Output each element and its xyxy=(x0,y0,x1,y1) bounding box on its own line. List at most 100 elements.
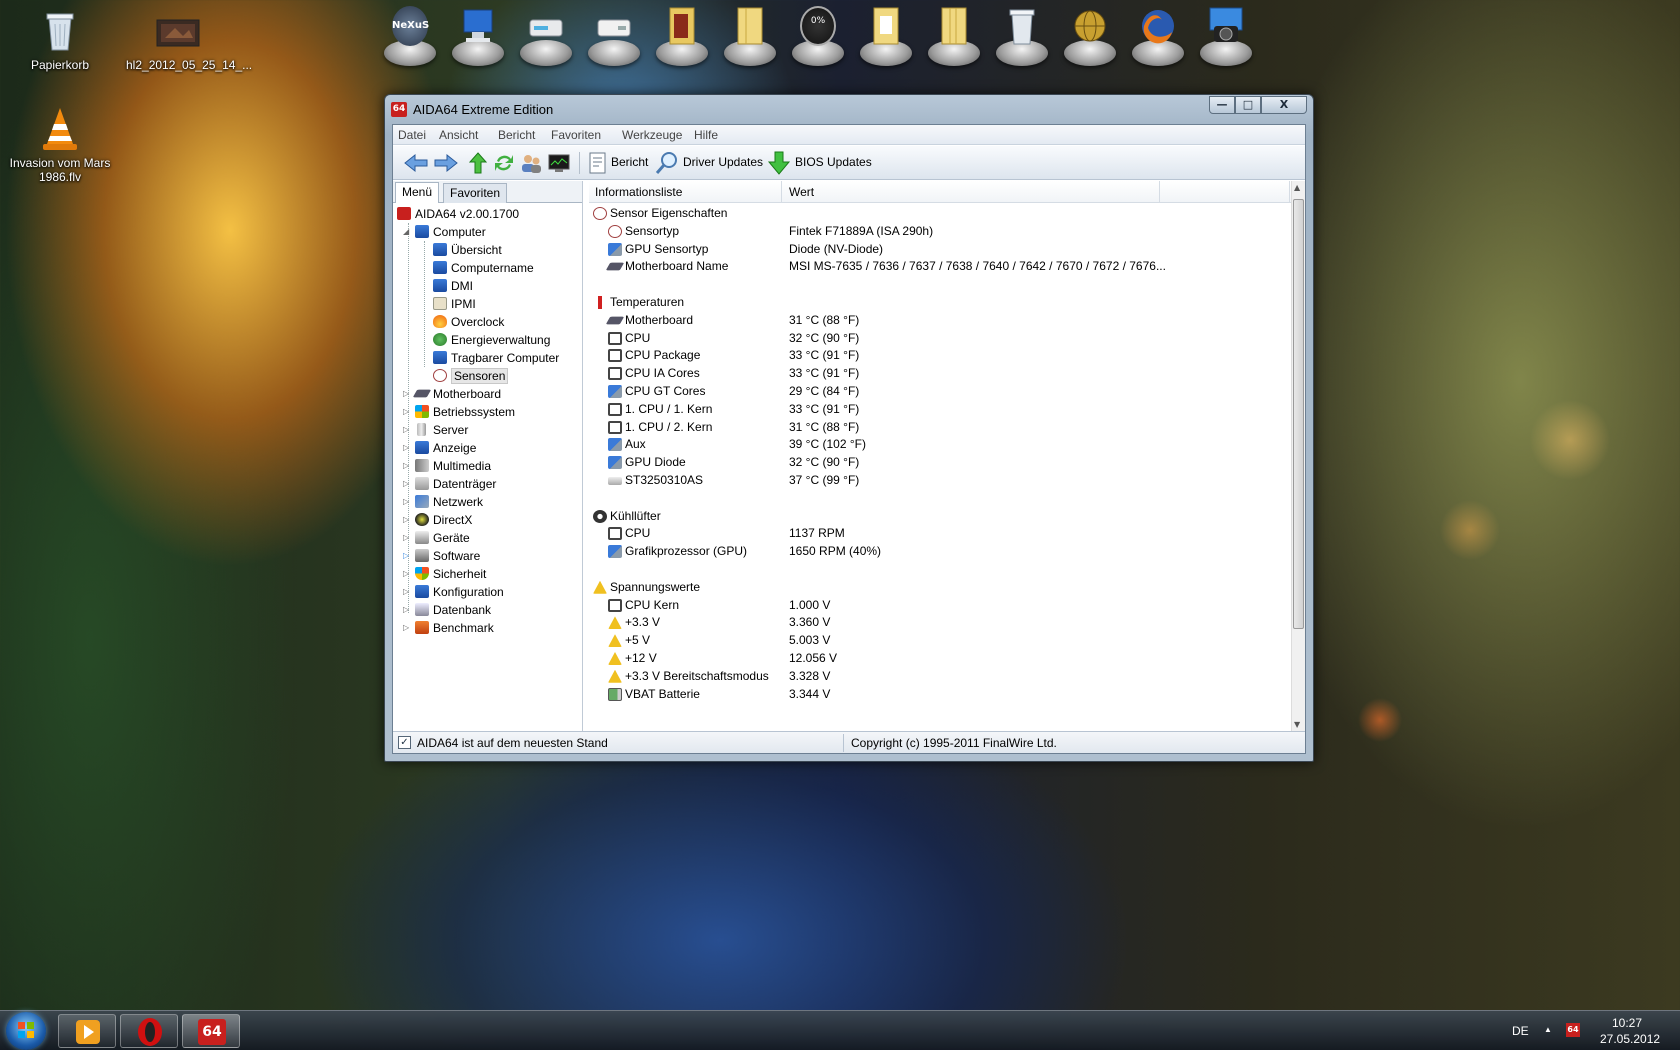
tray-expand-icon[interactable]: ▲ xyxy=(1544,1025,1552,1034)
scroll-up-arrow-icon[interactable]: ▲ xyxy=(1294,183,1300,192)
tree-item-ipmi[interactable]: IPMI xyxy=(433,295,476,313)
tree-item-geraete[interactable]: Geräte xyxy=(415,529,470,547)
users-button[interactable] xyxy=(519,151,543,175)
tray-aida64-icon[interactable]: 64 xyxy=(1566,1023,1580,1037)
list-row[interactable]: GPU Diode 32 °C (90 °F) xyxy=(589,453,1291,472)
close-button[interactable]: X xyxy=(1261,96,1307,114)
menu-favoriten[interactable]: Favoriten xyxy=(551,128,601,142)
tree-item-sensoren[interactable]: Sensoren xyxy=(433,367,509,385)
scrollbar-thumb[interactable] xyxy=(1293,199,1304,629)
dock-item-drive-2[interactable] xyxy=(582,2,646,66)
tree-item-computername[interactable]: Computername xyxy=(433,259,534,277)
menu-hilfe[interactable]: Hilfe xyxy=(694,128,718,142)
up-button[interactable] xyxy=(467,151,489,175)
list-row[interactable]: CPU Kern 1.000 V xyxy=(589,596,1291,615)
dock-item-computer[interactable] xyxy=(446,2,510,66)
tree-item-multimedia[interactable]: Multimedia xyxy=(415,457,491,475)
dock-item-folder-4[interactable] xyxy=(922,2,986,66)
tree-item-tragbarer-computer[interactable]: Tragbarer Computer xyxy=(433,349,559,367)
tree-item-benchmark[interactable]: Benchmark xyxy=(415,619,494,637)
expand-arrow-icon[interactable]: ▷ xyxy=(403,475,411,493)
driver-updates-button[interactable]: Driver Updates xyxy=(683,155,763,169)
menu-werkzeuge[interactable]: Werkzeuge xyxy=(622,128,682,142)
expand-arrow-icon[interactable]: ▷ xyxy=(403,385,411,403)
list-row[interactable]: CPU IA Cores 33 °C (91 °F) xyxy=(589,364,1291,383)
expand-arrow-icon[interactable]: ▷ xyxy=(403,403,411,421)
list-row[interactable]: 1. CPU / 2. Kern 31 °C (88 °F) xyxy=(589,418,1291,437)
expand-arrow-icon[interactable]: ▷ xyxy=(403,619,411,637)
list-group-header[interactable]: Temperaturen xyxy=(589,293,1291,312)
language-indicator[interactable]: DE xyxy=(1512,1024,1529,1038)
tab-favoriten[interactable]: Favoriten xyxy=(443,183,508,203)
dock-item-globe[interactable] xyxy=(1058,2,1122,66)
list-row[interactable]: Motherboard 31 °C (88 °F) xyxy=(589,311,1291,330)
list-row[interactable]: CPU Package 33 °C (91 °F) xyxy=(589,346,1291,365)
tree-root[interactable]: AIDA64 v2.00.1700 xyxy=(397,205,519,223)
list-group-header[interactable]: Kühllüfter xyxy=(589,507,1291,526)
back-button[interactable] xyxy=(403,151,429,175)
expand-arrow-icon[interactable]: ▷ xyxy=(403,421,411,439)
tree-item-energieverwaltung[interactable]: Energieverwaltung xyxy=(433,331,550,349)
expand-arrow-icon[interactable]: ▷ xyxy=(403,601,411,619)
tree-item-computer[interactable]: Computer xyxy=(415,223,486,241)
tree-item-dmi[interactable]: DMI xyxy=(433,277,473,295)
list-row[interactable]: +5 V 5.003 V xyxy=(589,631,1291,650)
list-row[interactable]: +3.3 V Bereitschaftsmodus 3.328 V xyxy=(589,667,1291,686)
tree-item-datentraeger[interactable]: Datenträger xyxy=(415,475,496,493)
clock-date[interactable]: 27.05.2012 xyxy=(1600,1032,1660,1046)
tree-item-software[interactable]: Software xyxy=(415,547,480,565)
list-row[interactable]: +3.3 V 3.360 V xyxy=(589,613,1291,632)
list-row[interactable]: CPU 1137 RPM xyxy=(589,524,1291,543)
column-header-informationsliste[interactable]: Informationsliste xyxy=(595,185,682,199)
status-checkbox[interactable]: ✓ xyxy=(398,736,411,749)
tree-item-uebersicht[interactable]: Übersicht xyxy=(433,241,502,259)
list-row[interactable]: Aux 39 °C (102 °F) xyxy=(589,435,1291,454)
report-button[interactable]: Bericht xyxy=(611,155,648,169)
column-header-wert[interactable]: Wert xyxy=(789,185,814,199)
list-row[interactable]: CPU GT Cores 29 °C (84 °F) xyxy=(589,382,1291,401)
dock-item-camera[interactable] xyxy=(1194,2,1258,66)
list-row[interactable]: Sensortyp Fintek F71889A (ISA 290h) xyxy=(589,222,1291,241)
menu-bericht[interactable]: Bericht xyxy=(498,128,535,142)
expand-arrow-icon[interactable]: ▷ xyxy=(403,511,411,529)
dock-item-folder-2[interactable] xyxy=(718,2,782,66)
tab-menu[interactable]: Menü xyxy=(395,182,440,203)
report-button-icon-wrap[interactable] xyxy=(587,151,609,175)
menu-datei[interactable]: Datei xyxy=(398,128,426,142)
taskbar-aida64[interactable]: 64 xyxy=(182,1014,240,1048)
monitor-button[interactable] xyxy=(547,151,571,175)
refresh-button[interactable] xyxy=(493,151,515,175)
dock-item-folder-1[interactable] xyxy=(650,2,714,66)
expand-arrow-icon[interactable]: ▷ xyxy=(403,565,411,583)
dock-item-gauge[interactable]: 0% xyxy=(786,2,850,66)
desktop-icon-video-file[interactable]: Invasion vom Mars 1986.flv xyxy=(8,106,112,184)
tree-item-sicherheit[interactable]: Sicherheit xyxy=(415,565,486,583)
list-row[interactable]: Motherboard Name MSI MS-7635 / 7636 / 763… xyxy=(589,257,1291,276)
expand-arrow-icon[interactable]: ▷ xyxy=(403,529,411,547)
dock-item-folder-3[interactable] xyxy=(854,2,918,66)
list-group-header[interactable]: Sensor Eigenschaften xyxy=(589,204,1291,223)
tree-item-netzwerk[interactable]: Netzwerk xyxy=(415,493,483,511)
tree-item-motherboard[interactable]: Motherboard xyxy=(412,385,501,403)
list-row[interactable]: GPU Sensortyp Diode (NV-Diode) xyxy=(589,240,1291,259)
tree-item-betriebssystem[interactable]: Betriebssystem xyxy=(415,403,515,421)
list-row[interactable]: CPU 32 °C (90 °F) xyxy=(589,329,1291,348)
tree-item-anzeige[interactable]: Anzeige xyxy=(415,439,476,457)
bios-updates-button[interactable]: BIOS Updates xyxy=(795,155,872,169)
tree-item-overclock[interactable]: Overclock xyxy=(433,313,504,331)
expand-arrow-icon[interactable]: ▷ xyxy=(403,583,411,601)
driver-updates-icon-wrap[interactable] xyxy=(655,151,679,175)
dock-item-recycle-bin[interactable] xyxy=(990,2,1054,66)
start-button[interactable] xyxy=(6,1012,46,1050)
forward-button[interactable] xyxy=(433,151,459,175)
list-row[interactable]: 1. CPU / 1. Kern 33 °C (91 °F) xyxy=(589,400,1291,419)
expand-arrow-icon[interactable]: ▷ xyxy=(403,439,411,457)
tree-item-server[interactable]: Server xyxy=(415,421,468,439)
list-row[interactable]: VBAT Batterie 3.344 V xyxy=(589,685,1291,704)
scroll-down-arrow-icon[interactable]: ▼ xyxy=(1294,720,1300,729)
expand-arrow-icon[interactable]: ▷ xyxy=(403,547,411,565)
clock-time[interactable]: 10:27 xyxy=(1612,1016,1642,1030)
list-row[interactable]: Grafikprozessor (GPU) 1650 RPM (40%) xyxy=(589,542,1291,561)
collapse-arrow-icon[interactable]: ◢ xyxy=(403,223,411,241)
dock-item-drive-1[interactable] xyxy=(514,2,578,66)
